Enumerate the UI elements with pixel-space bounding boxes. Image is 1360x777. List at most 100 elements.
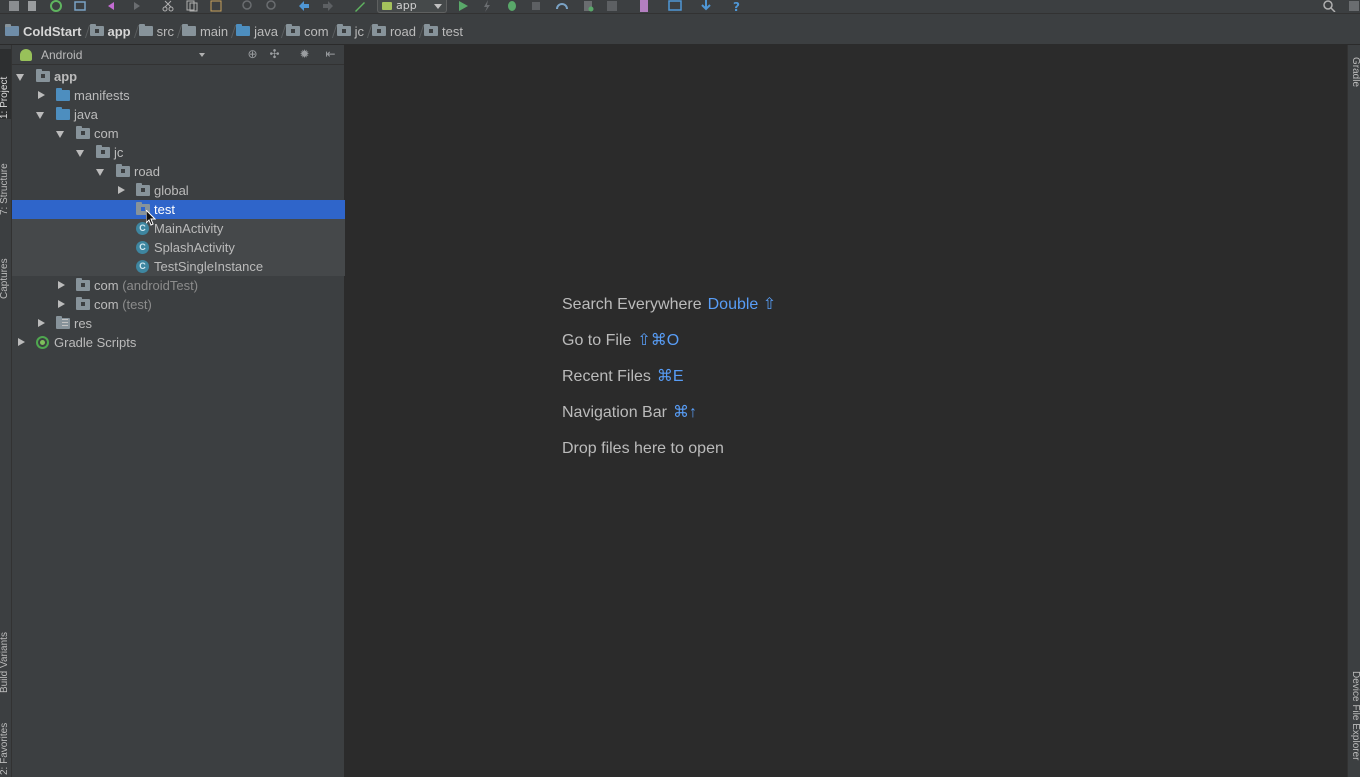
project-view-select[interactable]: Android <box>20 47 205 63</box>
stop-icon[interactable] <box>606 0 620 12</box>
expand-arrow-icon[interactable] <box>114 181 126 200</box>
tree-item-app[interactable]: app <box>12 67 345 86</box>
expand-arrow-icon[interactable] <box>74 143 86 162</box>
editor-area[interactable]: Search Everywhere Double ⇧ Go to File ⇧⌘O … <box>346 45 1347 777</box>
hide-panel-icon[interactable]: ⇤ <box>324 48 337 61</box>
tree-item-res[interactable]: res <box>12 314 345 333</box>
expand-arrow-icon[interactable] <box>54 295 66 314</box>
tree-item-main-activity[interactable]: C MainActivity <box>12 219 345 238</box>
tab-project[interactable]: 1: Project <box>0 49 11 119</box>
apply-changes-icon[interactable] <box>481 0 495 12</box>
tree-item-label: app <box>54 69 78 84</box>
hint-drop-files: Drop files here to open <box>562 439 724 459</box>
breadcrumb-label: test <box>442 23 463 39</box>
replace-icon[interactable] <box>266 0 280 12</box>
hint-search-everywhere[interactable]: Search Everywhere Double ⇧ <box>562 295 776 315</box>
expand-arrow-icon[interactable] <box>54 124 66 143</box>
gear-icon[interactable]: ✹ <box>298 48 311 61</box>
tab-captures[interactable]: Captures <box>0 231 11 299</box>
tab-structure[interactable]: 7: Structure <box>0 135 11 215</box>
folder-icon <box>56 88 70 101</box>
breadcrumb-item-com[interactable]: com <box>284 24 335 39</box>
run-config-select[interactable]: app <box>377 0 447 13</box>
expand-arrow-icon[interactable] <box>34 86 46 105</box>
tree-item-label: res <box>74 316 93 331</box>
breadcrumb-label: java <box>254 23 279 39</box>
android-icon <box>20 49 32 61</box>
tree-item-label: test <box>154 202 175 217</box>
refresh-icon[interactable] <box>74 0 88 12</box>
breadcrumb-item-road[interactable]: road <box>370 24 422 39</box>
breadcrumb-label: app <box>107 23 131 39</box>
find-icon[interactable] <box>242 0 256 12</box>
forward-icon[interactable] <box>322 0 336 12</box>
expand-arrow-icon[interactable] <box>94 162 106 181</box>
coverage-icon[interactable] <box>582 0 596 12</box>
tree-item-name: com <box>94 278 119 293</box>
attach-icon[interactable] <box>530 0 544 12</box>
hint-recent-files[interactable]: Recent Files ⌘E <box>562 367 684 387</box>
profile-icon[interactable] <box>556 0 570 12</box>
breadcrumb-item-java[interactable]: java <box>234 24 284 39</box>
main-toolbar: app ? <box>0 0 1360 14</box>
expand-arrow-icon[interactable] <box>14 333 26 352</box>
tree-item-com-android-test[interactable]: com (androidTest) <box>12 276 345 295</box>
tree-item-gradle-scripts[interactable]: Gradle Scripts <box>12 333 345 352</box>
hint-navigation-bar[interactable]: Navigation Bar ⌘↑ <box>562 403 697 423</box>
hint-go-to-file[interactable]: Go to File ⇧⌘O <box>562 331 679 351</box>
sync-icon[interactable] <box>50 0 64 12</box>
package-icon <box>76 126 90 139</box>
tree-item-com-test[interactable]: com (test) <box>12 295 345 314</box>
tree-item-test[interactable]: test <box>12 200 345 219</box>
undo-icon[interactable] <box>106 0 120 12</box>
left-tool-stripe: 1: Project 7: Structure Captures Build V… <box>0 45 12 777</box>
folder-icon <box>181 24 196 36</box>
tab-favorites[interactable]: 2: Favorites <box>0 709 11 775</box>
paste-icon[interactable] <box>210 0 224 12</box>
source-folder-icon <box>56 107 70 120</box>
locate-icon[interactable]: ⊕ <box>246 48 259 61</box>
tree-item-java[interactable]: java <box>12 105 345 124</box>
avd-manager-icon[interactable] <box>668 0 682 12</box>
copy-icon[interactable] <box>186 0 200 12</box>
breadcrumb-item-src[interactable]: src <box>137 24 180 39</box>
breadcrumb-item-test[interactable]: test <box>422 24 469 39</box>
breadcrumb-item-app[interactable]: app <box>88 24 137 39</box>
redo-icon[interactable] <box>130 0 144 12</box>
save-all-icon[interactable] <box>26 0 40 12</box>
build-icon[interactable] <box>354 0 368 12</box>
package-icon <box>76 278 90 291</box>
run-icon[interactable] <box>457 0 471 12</box>
sdk-manager-icon[interactable] <box>638 0 652 12</box>
tree-item-label: SplashActivity <box>154 240 235 255</box>
help-icon[interactable]: ? <box>731 0 745 14</box>
search-icon[interactable] <box>1322 0 1336 13</box>
tab-gradle[interactable]: Gradle <box>1349 57 1360 107</box>
tree-item-com[interactable]: com <box>12 124 345 143</box>
source-folder-icon <box>236 24 251 36</box>
breadcrumb-item-jc[interactable]: jc <box>335 24 370 39</box>
tree-item-jc[interactable]: jc <box>12 143 345 162</box>
expand-arrow-icon[interactable] <box>34 314 46 333</box>
expand-arrow-icon[interactable] <box>54 276 66 295</box>
debug-icon[interactable] <box>506 0 520 12</box>
breadcrumb-item-coldstart[interactable]: ColdStart <box>3 24 88 39</box>
tree-item-splash-activity[interactable]: C SplashActivity <box>12 238 345 257</box>
tree-item-road[interactable]: road <box>12 162 345 181</box>
back-icon[interactable] <box>298 0 312 12</box>
breadcrumb-item-main[interactable]: main <box>180 24 234 39</box>
expand-arrow-icon[interactable] <box>14 67 26 86</box>
panel-toggle-icon[interactable] <box>1348 0 1360 12</box>
package-icon <box>286 24 301 36</box>
tree-item-name: com <box>94 297 119 312</box>
tree-item-manifests[interactable]: manifests <box>12 86 345 105</box>
tab-build-variants[interactable]: Build Variants <box>0 601 11 693</box>
collapse-all-icon[interactable]: ✣ <box>268 48 281 61</box>
save-icon[interactable] <box>8 0 22 12</box>
cut-icon[interactable] <box>162 0 176 12</box>
expand-arrow-icon[interactable] <box>34 105 46 124</box>
download-icon[interactable] <box>700 0 714 12</box>
tab-device-file-explorer[interactable]: Device File Explorer <box>1349 671 1360 775</box>
tree-item-test-single-instance[interactable]: C TestSingleInstance <box>12 257 345 276</box>
tree-item-global[interactable]: global <box>12 181 345 200</box>
